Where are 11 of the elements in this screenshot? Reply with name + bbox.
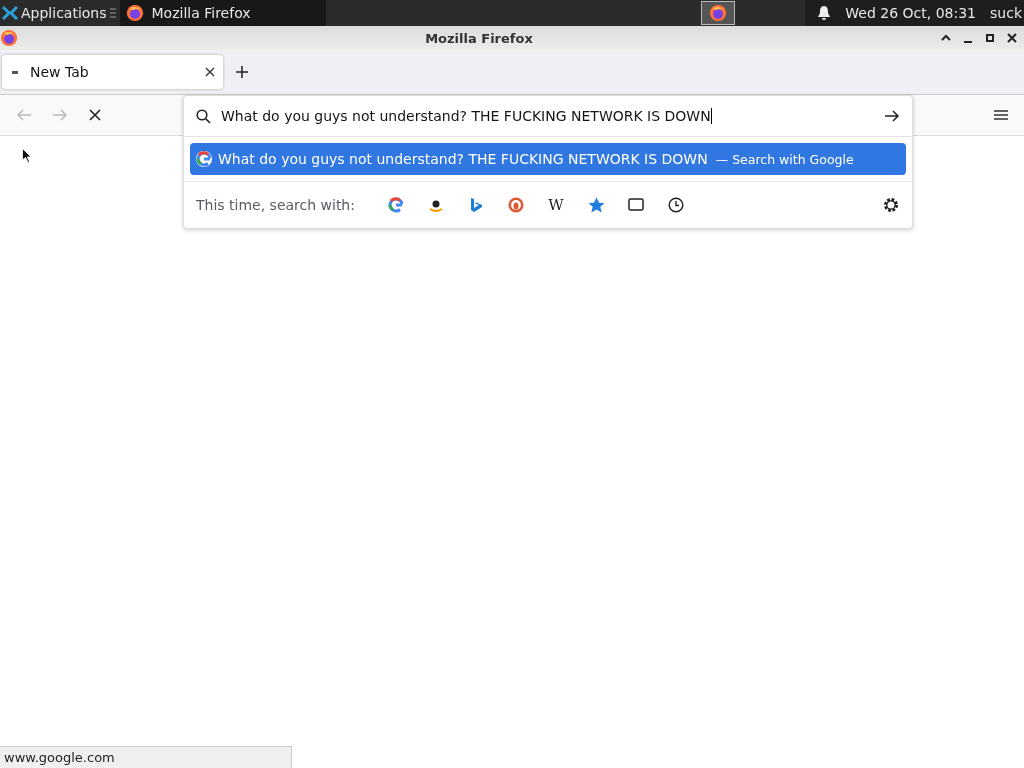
address-text: What do you guys not understand? THE FUCKING NETWORK IS DOWN (221, 108, 712, 124)
applications-menu[interactable]: Applications (21, 5, 107, 21)
browser-tab[interactable]: New Tab (2, 55, 223, 89)
wikipedia-button[interactable]: W (548, 196, 564, 214)
user-name[interactable]: suck (990, 5, 1022, 21)
window-title: Mozilla Firefox (424, 30, 534, 46)
status-bar: www.google.com (0, 746, 292, 768)
clock[interactable]: Wed 26 Oct, 08:31 (845, 5, 976, 21)
search-with-label: This time, search with: (196, 197, 356, 213)
search-suggestion[interactable]: What do you guys not understand? THE FUCKING NETWORK IS DOWN — Search with Google (190, 143, 906, 175)
taskbar-button[interactable]: Mozilla Firefox (119, 0, 326, 26)
